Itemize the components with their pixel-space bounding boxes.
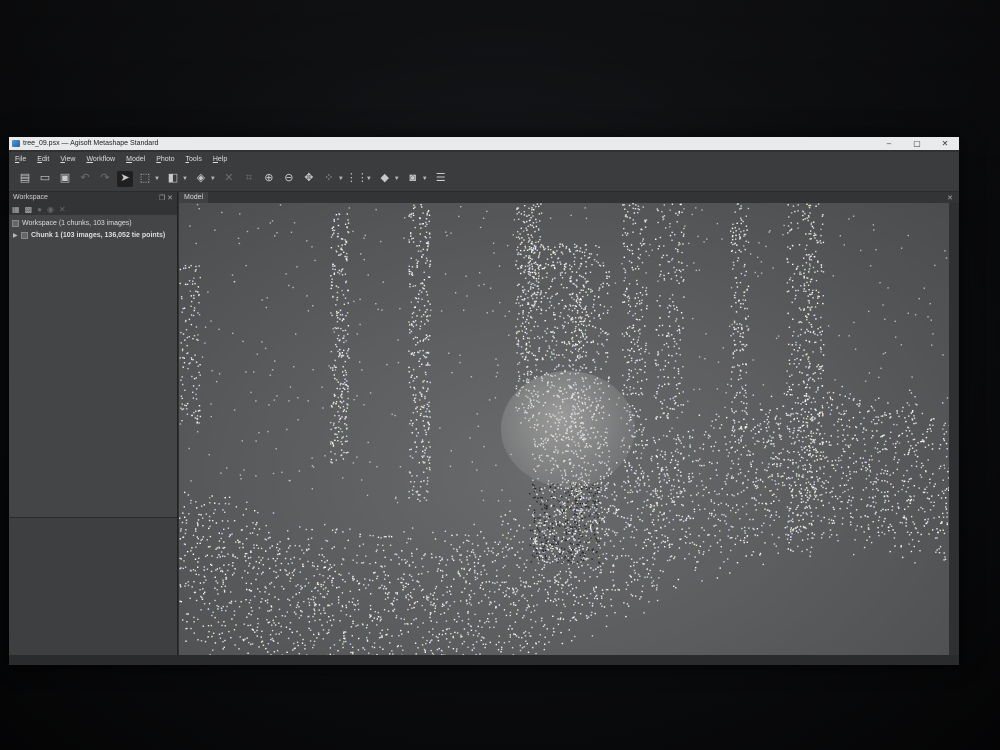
- maximize-button[interactable]: ▢: [903, 139, 931, 148]
- new-file-icon[interactable]: ▤: [17, 171, 33, 187]
- chevron-down-icon[interactable]: ▼: [182, 176, 188, 182]
- workspace-lower-pane: [9, 517, 177, 661]
- expand-arrow-icon[interactable]: ▶: [13, 232, 21, 239]
- undo-icon[interactable]: ↶: [77, 171, 93, 187]
- menu-view[interactable]: View: [55, 156, 80, 163]
- window-title: tree_09.psx — Agisoft Metashape Standard: [23, 140, 159, 147]
- chevron-down-icon[interactable]: ▼: [210, 176, 216, 182]
- redo-icon[interactable]: ↷: [97, 171, 113, 187]
- chunk-icon: [21, 231, 28, 239]
- save-icon[interactable]: ▣: [57, 171, 73, 187]
- panel-float-close-icon[interactable]: ❐ ✕: [159, 194, 173, 202]
- menu-file[interactable]: File: [10, 156, 31, 163]
- workspace-toolbar: ▦ ▩ ● ◉ ✕: [9, 203, 177, 215]
- remove-icon[interactable]: ✕: [59, 205, 66, 214]
- chevron-down-icon[interactable]: ▼: [422, 176, 428, 182]
- model-tab-bar: Model ✕: [179, 192, 959, 203]
- chevron-down-icon[interactable]: ▼: [366, 176, 372, 182]
- app-window: tree_09.psx — Agisoft Metashape Standard…: [9, 137, 959, 665]
- disable-icon[interactable]: ◉: [47, 205, 54, 214]
- rectangle-select-icon[interactable]: ⬚: [137, 171, 153, 187]
- menu-bar: File Edit View Workflow Model Photo Tool…: [9, 152, 959, 166]
- workspace-icon: [12, 219, 19, 227]
- status-bar: [9, 655, 959, 665]
- trackball-sphere[interactable]: [501, 371, 635, 487]
- add-chunk-icon[interactable]: ▦: [12, 205, 20, 214]
- crop-icon[interactable]: ⌗: [241, 171, 257, 187]
- window-controls: – ▢ ✕: [875, 139, 959, 148]
- select-arrow-icon[interactable]: ➤: [117, 170, 133, 187]
- model-viewport[interactable]: [179, 203, 949, 655]
- monitor-bezel: tree_09.psx — Agisoft Metashape Standard…: [0, 0, 1000, 750]
- grid-icon[interactable]: ⋮⋮: [346, 171, 368, 187]
- menu-tools[interactable]: Tools: [180, 156, 206, 163]
- close-icon[interactable]: ✕: [947, 194, 953, 202]
- menu-edit[interactable]: Edit: [32, 156, 54, 163]
- menu-help[interactable]: Help: [208, 156, 232, 163]
- workspace-title: Workspace: [13, 194, 48, 201]
- shading-icon[interactable]: ◆: [377, 171, 393, 187]
- point-cloud-icon[interactable]: ⁘: [321, 171, 337, 187]
- app-logo-icon: [12, 140, 20, 147]
- color-icon[interactable]: ◈: [193, 171, 209, 187]
- add-photos-icon[interactable]: ▩: [25, 205, 33, 214]
- main-toolbar: ▤ ▭ ▣ ↶ ↷ ➤ ⬚ ▼ ◧ ▼ ◈ ▼ ✕ ⌗ ⊕ ⊖ ✥ ⁘ ▼ ⋮⋮…: [9, 166, 959, 192]
- camera-icon[interactable]: ◙: [405, 171, 421, 187]
- chunk-label: Chunk 1 (103 images, 136,052 tie points): [31, 231, 166, 239]
- chevron-down-icon[interactable]: ▼: [154, 176, 160, 182]
- workspace-panel: Workspace ❐ ✕ ▦ ▩ ● ◉ ✕ Workspace (1 chu…: [9, 192, 178, 661]
- close-button[interactable]: ✕: [931, 139, 959, 148]
- workspace-header: Workspace ❐ ✕: [9, 192, 177, 203]
- zoom-in-icon[interactable]: ⊕: [261, 171, 277, 187]
- tree-row-workspace[interactable]: Workspace (1 chunks, 103 images): [9, 217, 177, 229]
- open-folder-icon[interactable]: ▭: [37, 171, 53, 187]
- tree-row-chunk-1[interactable]: ▶ Chunk 1 (103 images, 136,052 tie point…: [9, 229, 177, 241]
- model-view-icon[interactable]: ◧: [165, 171, 181, 187]
- move-icon[interactable]: ✥: [301, 171, 317, 187]
- menu-workflow[interactable]: Workflow: [81, 156, 120, 163]
- minimize-button[interactable]: –: [875, 139, 903, 148]
- chevron-down-icon[interactable]: ▼: [394, 176, 400, 182]
- title-bar: tree_09.psx — Agisoft Metashape Standard…: [9, 137, 959, 150]
- chevron-down-icon[interactable]: ▼: [338, 176, 344, 182]
- enable-icon[interactable]: ●: [37, 205, 42, 214]
- zoom-out-icon[interactable]: ⊖: [281, 171, 297, 187]
- menu-model[interactable]: Model: [121, 156, 150, 163]
- workspace-tree: Workspace (1 chunks, 103 images) ▶ Chunk…: [9, 215, 177, 517]
- stack-icon[interactable]: ☰: [433, 171, 449, 187]
- tab-model[interactable]: Model: [179, 192, 209, 203]
- delete-icon[interactable]: ✕: [221, 171, 237, 187]
- menu-photo[interactable]: Photo: [151, 156, 179, 163]
- workspace-root-label: Workspace (1 chunks, 103 images): [22, 219, 132, 227]
